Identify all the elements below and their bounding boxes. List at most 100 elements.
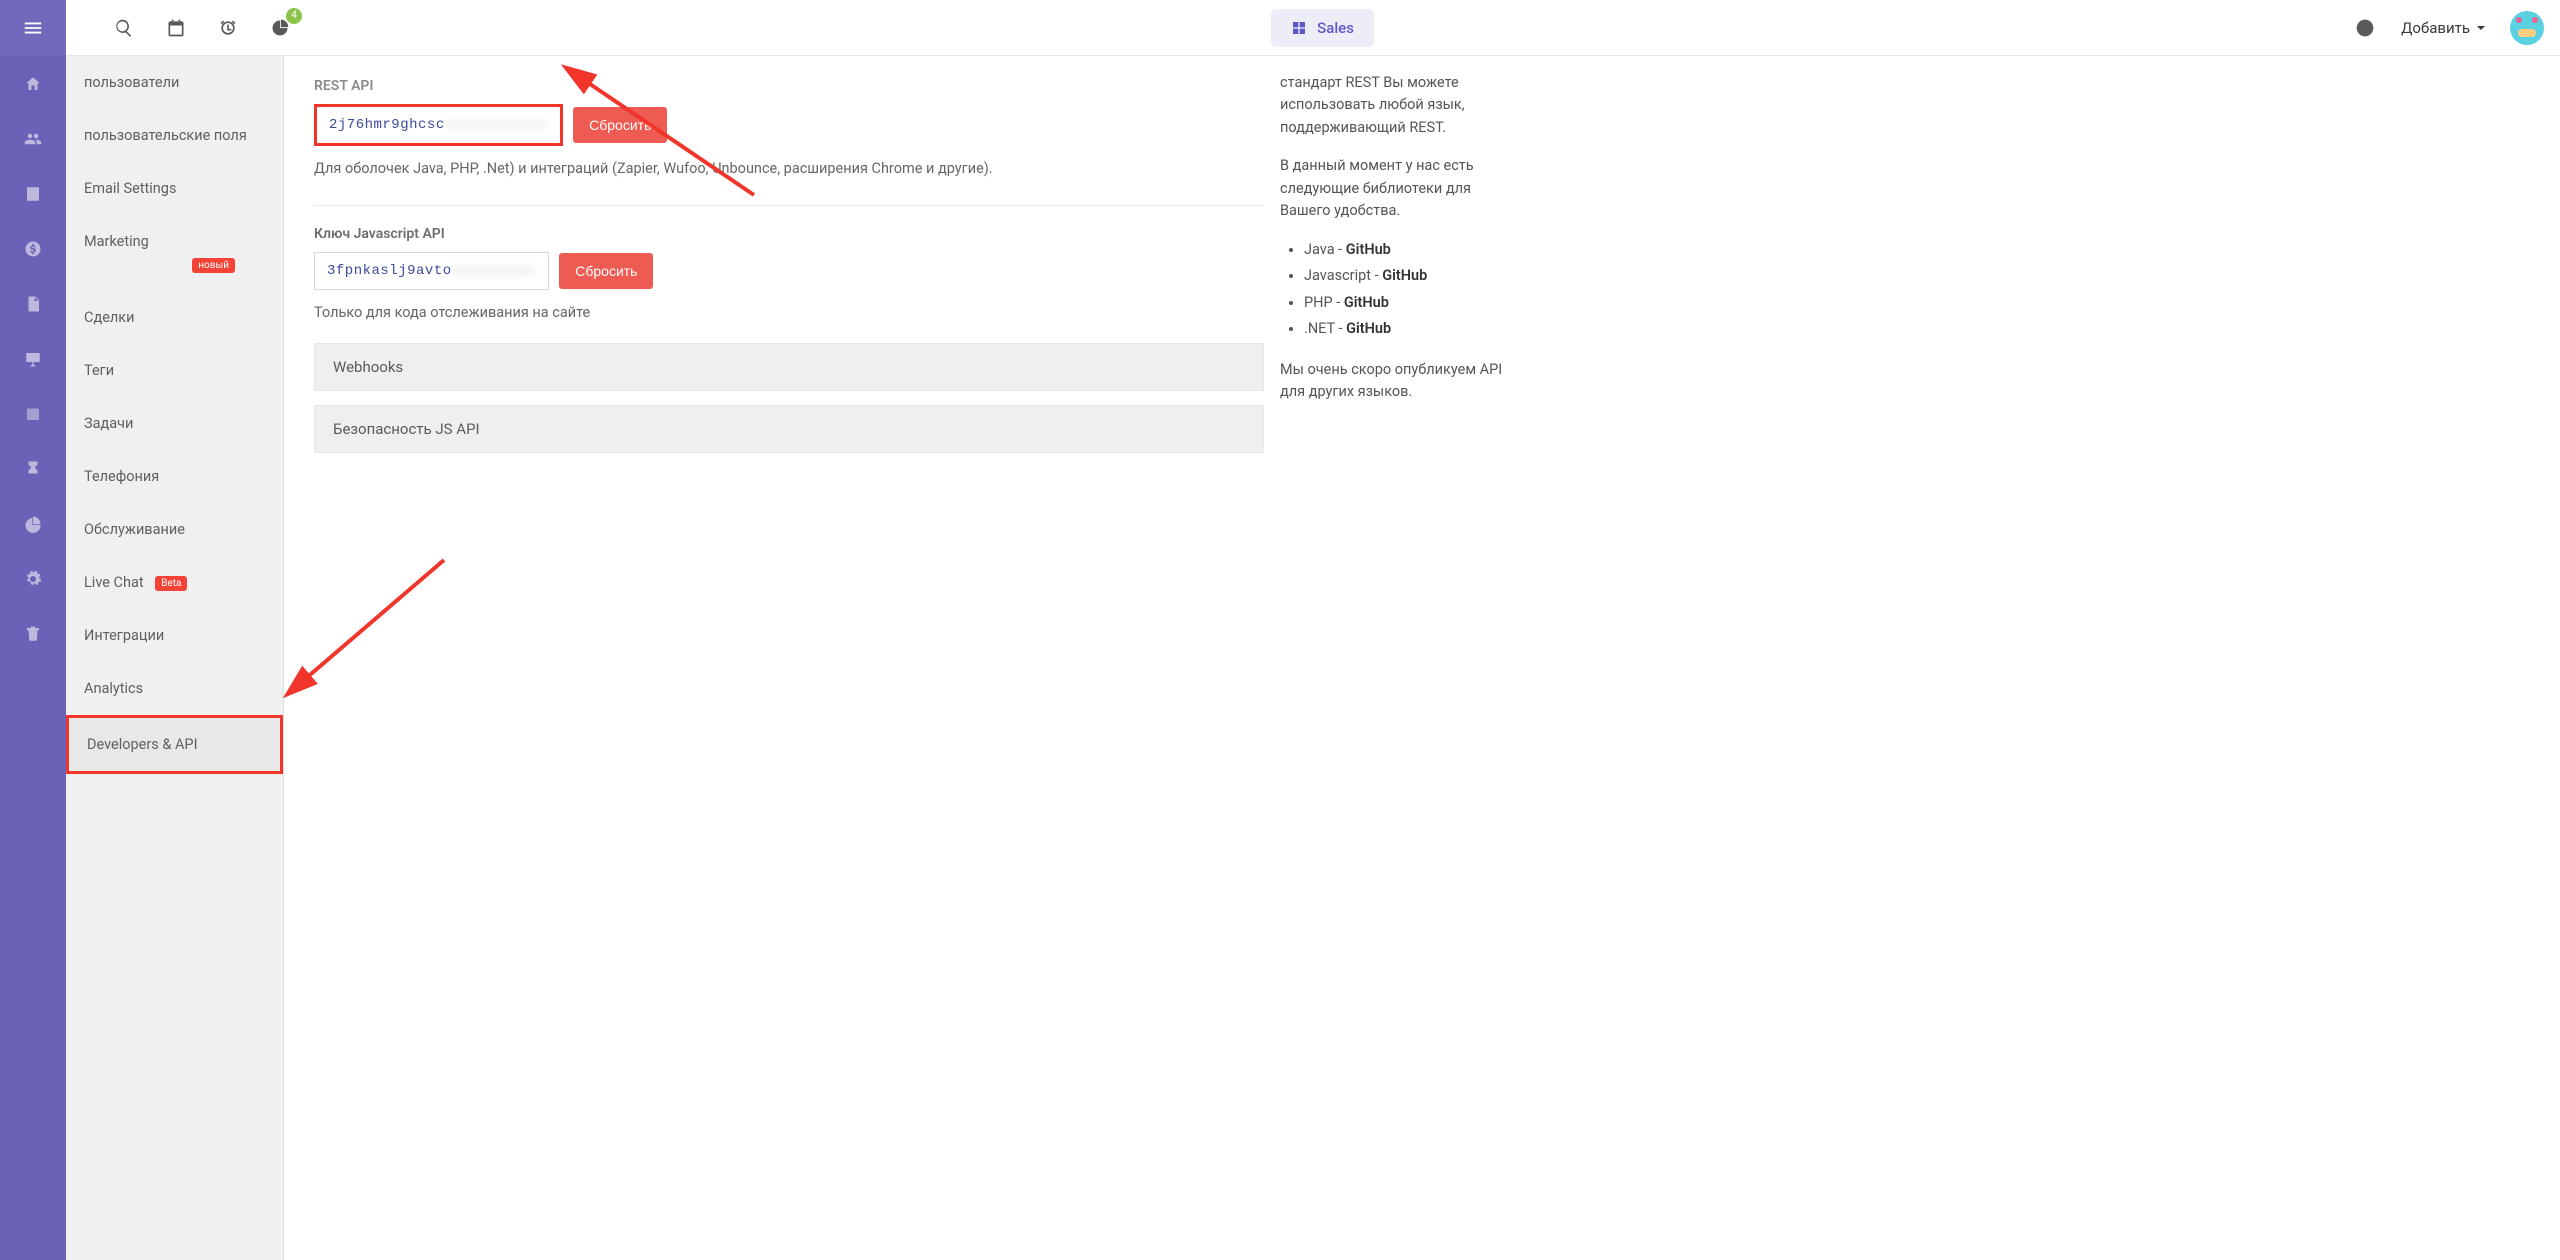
lib-net-link[interactable]: GitHub (1346, 320, 1391, 337)
info-coming-soon: Мы очень скоро опубликуем API для других… (1280, 359, 1516, 404)
search-icon (114, 18, 134, 38)
lib-php-link[interactable]: GitHub (1344, 294, 1389, 311)
lib-js-link[interactable]: GitHub (1382, 267, 1427, 284)
sidebar-item-livechat[interactable]: Live Chat Beta (66, 556, 283, 609)
main-area: REST API 2j76hmr9ghcscxxxxxxxxxxx Сброси… (284, 0, 2560, 1260)
people-icon (24, 130, 42, 148)
building-icon (24, 185, 42, 203)
header-calendar-button[interactable] (164, 16, 188, 40)
dollar-circle-icon (24, 240, 42, 258)
info-sidebar: стандарт REST Вы можете использовать люб… (1274, 56, 1534, 1260)
sidebar-item-developers-api[interactable]: Developers & API (66, 715, 283, 774)
badge-new: новый (192, 258, 235, 273)
rail-contacts[interactable] (0, 111, 66, 166)
header-theme-button[interactable] (2353, 16, 2377, 40)
sidebar-item-telephony[interactable]: Телефония (66, 450, 283, 503)
caret-down-icon (2476, 23, 2486, 33)
header-add-dropdown[interactable]: Добавить (2401, 19, 2486, 37)
lib-php: PHP - GitHub (1304, 292, 1516, 314)
rail-deals[interactable] (0, 221, 66, 276)
sidebar-item-marketing[interactable]: Marketing новый (66, 215, 283, 291)
header-stats-button[interactable]: 4 (268, 16, 292, 40)
header-alarm-button[interactable] (216, 16, 240, 40)
sidebar-item-label: Live Chat (84, 574, 144, 591)
sidebar-item-label: Email Settings (84, 180, 176, 197)
badge-beta: Beta (155, 576, 187, 591)
sidebar-item-label: Теги (84, 362, 114, 379)
sidebar-item-deals[interactable]: Сделки (66, 291, 283, 344)
user-avatar[interactable] (2510, 11, 2544, 45)
workspace-switcher-sales[interactable]: Sales (1271, 9, 1374, 47)
lib-javascript: Javascript - GitHub (1304, 265, 1516, 287)
rail-trash[interactable] (0, 606, 66, 661)
lib-java: Java - GitHub (1304, 239, 1516, 261)
sidebar-item-label: Задачи (84, 415, 133, 432)
alarm-icon (218, 18, 238, 38)
sidebar-item-label: Developers & API (87, 736, 198, 753)
lib-java-link[interactable]: GitHub (1346, 241, 1391, 258)
sidebar-item-analytics[interactable]: Analytics (66, 662, 283, 715)
sidebar-item-email-settings[interactable]: Email Settings (66, 162, 283, 215)
content-panel: REST API 2j76hmr9ghcscxxxxxxxxxxx Сброси… (284, 56, 1274, 1260)
gears-icon (24, 570, 42, 588)
pie-chart-icon (24, 515, 42, 533)
rail-settings[interactable] (0, 551, 66, 606)
accordion-webhooks[interactable]: Webhooks (314, 343, 1264, 391)
sidebar-item-label: Обслуживание (84, 521, 185, 538)
rail-device[interactable] (0, 331, 66, 386)
sidebar-item-users[interactable]: пользователи (66, 56, 283, 109)
workspace-label: Sales (1317, 19, 1354, 37)
js-api-key-box[interactable]: 3fpnkaslj9avtoxxxxxxxxx (314, 252, 549, 290)
info-libs-list: Java - GitHub Javascript - GitHub PHP - … (1280, 239, 1516, 341)
calendar-today-icon (166, 18, 186, 38)
sidebar-item-label: Интеграции (84, 627, 164, 644)
js-api-description: Только для кода отслеживания на сайте (314, 304, 1264, 321)
rest-api-description: Для оболочек Java, PHP, .Net) и интеграц… (314, 160, 1264, 177)
rail-hourglass[interactable] (0, 441, 66, 496)
sidebar-item-label: пользователи (84, 74, 179, 91)
sidebar-item-label: Analytics (84, 680, 143, 697)
icon-rail (0, 0, 66, 1260)
rail-home[interactable] (0, 56, 66, 111)
info-libs-intro: В данный момент у нас есть следующие биб… (1280, 155, 1516, 222)
rest-api-label: REST API (314, 78, 1264, 94)
info-rest-paragraph: стандарт REST Вы можете использовать люб… (1280, 72, 1516, 139)
settings-sidebar: пользователи пользовательские поля Email… (66, 0, 284, 1260)
rail-documents[interactable] (0, 276, 66, 331)
sidebar-item-label: Marketing (84, 233, 149, 250)
trash-icon (24, 625, 42, 643)
sidebar-item-custom-fields[interactable]: пользовательские поля (66, 109, 283, 162)
rest-api-key-value: 2j76hmr9ghcsc (329, 117, 445, 133)
accordion-js-security[interactable]: Безопасность JS API (314, 405, 1264, 453)
sidebar-item-integrations[interactable]: Интеграции (66, 609, 283, 662)
js-api-reset-button[interactable]: Сбросить (559, 253, 653, 289)
js-api-label: Ключ Javascript API (314, 226, 1264, 242)
sidebar-item-tasks[interactable]: Задачи (66, 397, 283, 450)
rest-api-reset-button[interactable]: Сбросить (573, 107, 667, 143)
header-search-button[interactable] (112, 16, 136, 40)
rail-calendar[interactable] (0, 386, 66, 441)
rail-companies[interactable] (0, 166, 66, 221)
top-header: 4 Sales Добавить (66, 0, 2560, 56)
sidebar-item-label: Сделки (84, 309, 134, 326)
sidebar-item-label: Телефония (84, 468, 159, 485)
js-api-key-value: 3fpnkaslj9avto (327, 263, 452, 279)
notification-badge: 4 (286, 8, 302, 24)
hamburger-icon (22, 17, 44, 39)
rest-api-key-box[interactable]: 2j76hmr9ghcscxxxxxxxxxxx (314, 104, 563, 146)
sidebar-item-tags[interactable]: Теги (66, 344, 283, 397)
sidebar-item-service[interactable]: Обслуживание (66, 503, 283, 556)
add-label: Добавить (2401, 19, 2470, 37)
lib-net: .NET - GitHub (1304, 318, 1516, 340)
calendar-icon (24, 405, 42, 423)
rail-reports[interactable] (0, 496, 66, 551)
monitor-icon (24, 350, 42, 368)
rest-api-key-hidden: xxxxxxxxxxx (445, 117, 548, 133)
js-api-key-hidden: xxxxxxxxx (452, 263, 537, 279)
document-icon (24, 295, 42, 313)
hourglass-icon (24, 460, 42, 478)
contrast-icon (2355, 18, 2375, 38)
home-icon (24, 75, 42, 93)
hamburger-menu-button[interactable] (0, 0, 66, 56)
sidebar-item-label: пользовательские поля (84, 127, 247, 144)
